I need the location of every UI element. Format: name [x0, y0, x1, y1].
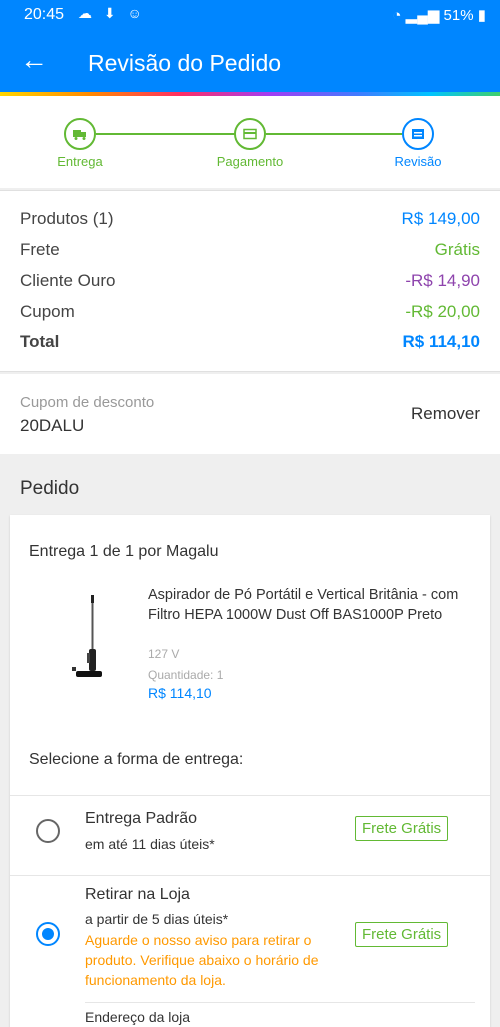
summary-label: Frete [20, 240, 60, 259]
card-icon [243, 128, 257, 140]
summary-label: Produtos (1) [20, 209, 114, 228]
summary-value: Grátis [434, 240, 480, 259]
order-summary: Produtos (1) R$ 149,00 Frete Grátis Clie… [0, 190, 500, 372]
step-connector [96, 133, 236, 135]
delivery-info: Entrega 1 de 1 por Magalu [29, 543, 219, 560]
order-card: Entrega 1 de 1 por Magalu Aspirador de P… [10, 515, 490, 1027]
coupon-section: Cupom de desconto 20DALU Remover [0, 374, 500, 454]
status-right: ◔ ▂▄▆ 51% ▮ [392, 6, 486, 24]
summary-row-total: Total R$ 114,10 [20, 332, 480, 358]
option-title: Entrega Padrão [85, 810, 198, 827]
total-value: R$ 114,10 [402, 332, 480, 351]
radio-standard[interactable] [36, 819, 60, 843]
step-pagamento[interactable] [234, 118, 266, 150]
checkout-stepper: Entrega Pagamento Revisão [0, 96, 500, 188]
battery-percent: 51% [443, 7, 474, 24]
pickup-warning: Aguarde o nosso aviso para retirar o pro… [85, 932, 319, 988]
summary-value: -R$ 20,00 [405, 302, 480, 321]
notification-icons: ☁ ⬇ ☺ [78, 5, 146, 21]
free-shipping-badge: Frete Grátis [355, 816, 449, 841]
product-name[interactable]: Aspirador de Pó Portátil e Vertical Brit… [148, 585, 478, 625]
signal-icon: ▂▄▆ [405, 7, 440, 24]
summary-label: Cupom [20, 302, 75, 321]
step-connector [266, 133, 402, 135]
step-entrega[interactable] [64, 118, 96, 150]
back-arrow-icon[interactable]: ← [20, 46, 48, 74]
divider [85, 1002, 475, 1003]
step-label-pagamento: Pagamento [216, 154, 284, 169]
coupon-label: Cupom de desconto [20, 394, 155, 411]
order-section-title: Pedido [20, 478, 80, 499]
status-bar: 20:45 ☁ ⬇ ☺ ◔ ▂▄▆ 51% ▮ [0, 0, 500, 30]
option-subtitle: em até 11 dias úteis* [85, 836, 215, 852]
battery-icon: ▮ [477, 7, 486, 24]
review-icon [412, 129, 424, 139]
coupon-code: 20DALU [20, 416, 85, 435]
truck-icon [73, 130, 86, 140]
option-subtitle: a partir de 5 dias úteis* [85, 911, 229, 927]
product-voltage: 127 V [148, 647, 180, 661]
remove-coupon-button[interactable]: Remover [411, 404, 480, 424]
store-address-label: Endereço da loja [85, 1009, 191, 1025]
delivery-method-label: Selecione a forma de entrega: [29, 751, 244, 768]
delivery-option-standard[interactable]: Entrega Padrão em até 11 dias úteis* Fre… [10, 795, 490, 875]
step-label-revisao: Revisão [394, 154, 442, 169]
app-bar: ← Revisão do Pedido [0, 30, 500, 92]
product-price: R$ 114,10 [148, 685, 212, 701]
summary-label: Cliente Ouro [20, 271, 116, 290]
wifi-icon: ◔ [392, 7, 402, 24]
status-time: 20:45 [24, 6, 65, 23]
page-title: Revisão do Pedido [88, 50, 282, 76]
summary-row-cliente-ouro: Cliente Ouro -R$ 14,90 [20, 271, 480, 297]
summary-row-frete: Frete Grátis [20, 240, 480, 266]
delivery-option-pickup[interactable]: Retirar na Loja a partir de 5 dias úteis… [10, 875, 490, 1027]
summary-value: R$ 149,00 [401, 209, 480, 228]
step-label-entrega: Entrega [57, 154, 103, 169]
free-shipping-badge: Frete Grátis [355, 922, 449, 947]
summary-row-cupom: Cupom -R$ 20,00 [20, 302, 480, 328]
step-revisao[interactable] [402, 118, 434, 150]
radio-pickup[interactable] [36, 922, 60, 946]
summary-value: -R$ 14,90 [405, 271, 480, 290]
product-quantity: Quantidade: 1 [148, 668, 224, 682]
product-image[interactable] [62, 593, 112, 683]
total-label: Total [20, 332, 60, 351]
option-title: Retirar na Loja [85, 886, 190, 903]
summary-row-produtos: Produtos (1) R$ 149,00 [20, 209, 480, 235]
